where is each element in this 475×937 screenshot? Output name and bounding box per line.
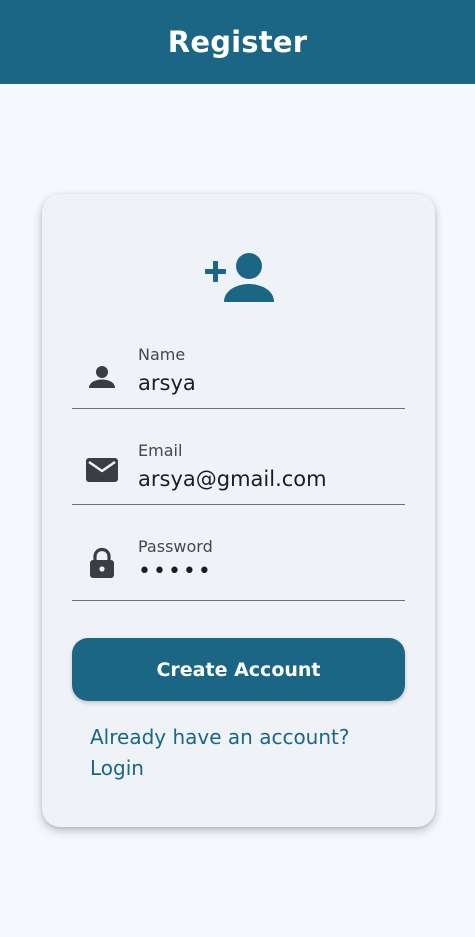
login-link[interactable]: Already have an account? Login bbox=[90, 722, 370, 784]
password-input[interactable]: ••••• bbox=[138, 559, 213, 584]
email-field[interactable]: Email arsya@gmail.com bbox=[72, 433, 405, 505]
create-account-label: Create Account bbox=[156, 658, 321, 681]
person-icon bbox=[86, 361, 118, 393]
email-input[interactable]: arsya@gmail.com bbox=[138, 467, 327, 491]
mail-icon bbox=[86, 454, 118, 486]
password-field[interactable]: Password ••••• bbox=[72, 529, 405, 601]
lock-icon bbox=[86, 547, 118, 579]
person-add-icon bbox=[205, 252, 275, 304]
create-account-button[interactable]: Create Account bbox=[72, 638, 405, 701]
password-label: Password bbox=[138, 537, 213, 556]
name-field[interactable]: Name arsya bbox=[72, 337, 405, 409]
app-bar: Register bbox=[0, 0, 475, 84]
email-label: Email bbox=[138, 441, 183, 460]
page-title: Register bbox=[167, 25, 308, 59]
name-input[interactable]: arsya bbox=[138, 371, 196, 395]
name-label: Name bbox=[138, 345, 186, 364]
register-card: Name arsya Email arsya@gmail.com Passwor… bbox=[42, 194, 435, 827]
